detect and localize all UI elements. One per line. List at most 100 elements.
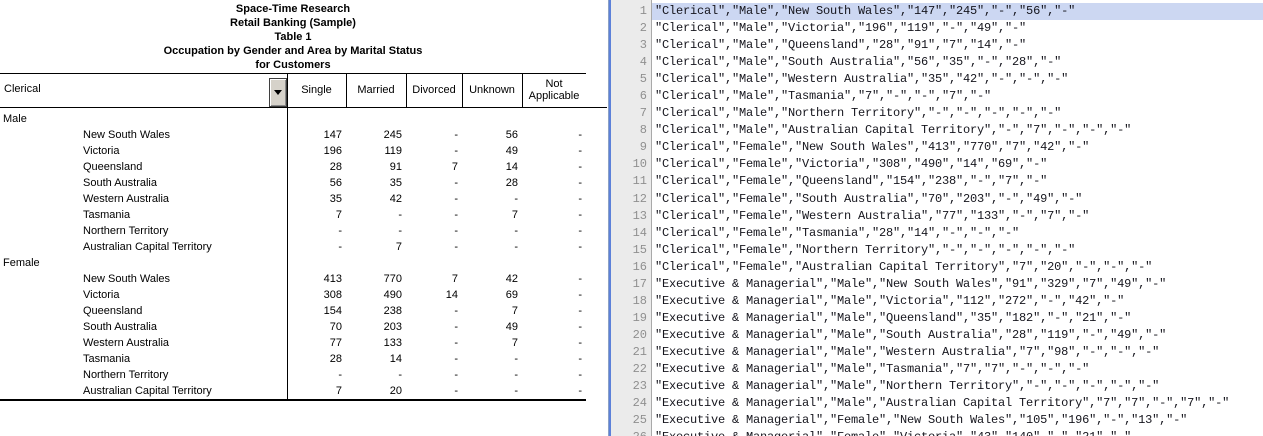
value-cell: 56 xyxy=(287,177,346,189)
editor-line[interactable]: 26"Executive & Managerial","Female","Vic… xyxy=(652,429,1263,436)
editor-line[interactable]: 12"Clerical","Female","South Australia",… xyxy=(652,191,1263,208)
line-text: "Clerical","Male","South Australia","56"… xyxy=(655,55,1061,69)
row-label: Queensland xyxy=(0,161,287,173)
value-cell: 35 xyxy=(346,177,406,189)
line-text: "Clerical","Female","New South Wales","4… xyxy=(655,140,1089,154)
row-label: South Australia xyxy=(0,177,287,189)
editor-line[interactable]: 3"Clerical","Male","Queensland","28","91… xyxy=(652,37,1263,54)
value-cell: 69 xyxy=(462,289,522,301)
occupation-dropdown[interactable]: Clerical xyxy=(4,83,41,95)
editor-line[interactable]: 18"Executive & Managerial","Male","Victo… xyxy=(652,293,1263,310)
value-cell: 308 xyxy=(287,289,346,301)
line-text: "Executive & Managerial","Male","Austral… xyxy=(655,396,1229,410)
editor-line[interactable]: 23"Executive & Managerial","Male","North… xyxy=(652,378,1263,395)
screen: Space-Time Research Retail Banking (Samp… xyxy=(0,0,1263,436)
line-text: "Executive & Managerial","Female","New S… xyxy=(655,413,1187,427)
line-text: "Clerical","Female","Queensland","154","… xyxy=(655,174,1047,188)
line-number: 9 xyxy=(611,139,647,156)
editor-line[interactable]: 14"Clerical","Female","Tasmania","28","1… xyxy=(652,225,1263,242)
row-label: Northern Territory xyxy=(0,225,287,237)
line-number: 14 xyxy=(611,225,647,242)
line-number: 12 xyxy=(611,191,647,208)
line-number: 8 xyxy=(611,122,647,139)
value-cell: - xyxy=(346,209,406,221)
line-number: 19 xyxy=(611,310,647,327)
editor-line[interactable]: 20"Executive & Managerial","Male","South… xyxy=(652,327,1263,344)
editor-line[interactable]: 8"Clerical","Male","Australian Capital T… xyxy=(652,122,1263,139)
table-row: Northern Territory----- xyxy=(0,223,586,239)
row-label: New South Wales xyxy=(0,129,287,141)
value-cell: - xyxy=(406,321,462,333)
value-cell: - xyxy=(462,193,522,205)
table-row: Victoria196119-49- xyxy=(0,143,586,159)
editor-line[interactable]: 9"Clerical","Female","New South Wales","… xyxy=(652,139,1263,156)
value-cell: 70 xyxy=(287,321,346,333)
line-text: "Clerical","Female","Australian Capital … xyxy=(655,260,1152,274)
line-text: "Clerical","Male","Northern Territory","… xyxy=(655,106,1061,120)
table-row: New South Wales147245-56- xyxy=(0,127,586,143)
line-number: 18 xyxy=(611,293,647,310)
line-number: 7 xyxy=(611,105,647,122)
editor-line[interactable]: 5"Clerical","Male","Western Australia","… xyxy=(652,71,1263,88)
editor-line[interactable]: 6"Clerical","Male","Tasmania","7","-","-… xyxy=(652,88,1263,105)
line-number: 13 xyxy=(611,208,647,225)
value-cell: - xyxy=(406,193,462,205)
column-header-single: Single xyxy=(287,84,346,96)
value-cell: - xyxy=(406,305,462,317)
editor-line[interactable]: 16"Clerical","Female","Australian Capita… xyxy=(652,259,1263,276)
editor-line[interactable]: 11"Clerical","Female","Queensland","154"… xyxy=(652,173,1263,190)
editor-line[interactable]: 25"Executive & Managerial","Female","New… xyxy=(652,412,1263,429)
value-cell: 77 xyxy=(287,337,346,349)
csv-editor-panel[interactable]: 1"Clerical","Male","New South Wales","14… xyxy=(608,0,1263,436)
chevron-down-icon xyxy=(274,90,282,95)
value-cell: 490 xyxy=(346,289,406,301)
line-text: "Executive & Managerial","Male","South A… xyxy=(655,328,1166,342)
editor-line[interactable]: 21"Executive & Managerial","Male","Weste… xyxy=(652,344,1263,361)
value-cell: - xyxy=(462,385,522,397)
editor-line[interactable]: 17"Executive & Managerial","Male","New S… xyxy=(652,276,1263,293)
value-cell: 7 xyxy=(346,241,406,253)
line-number: 16 xyxy=(611,259,647,276)
line-number: 11 xyxy=(611,173,647,190)
line-text: "Clerical","Male","Queensland","28","91"… xyxy=(655,38,1026,52)
value-cell: 20 xyxy=(346,385,406,397)
table-row: Western Australia77133-7- xyxy=(0,335,586,351)
editor-line[interactable]: 15"Clerical","Female","Northern Territor… xyxy=(652,242,1263,259)
value-cell: 7 xyxy=(462,337,522,349)
value-cell: 770 xyxy=(346,273,406,285)
line-text: "Executive & Managerial","Female","Victo… xyxy=(655,430,1131,436)
line-number: 26 xyxy=(611,429,647,436)
value-cell: 42 xyxy=(462,273,522,285)
editor-line[interactable]: 13"Clerical","Female","Western Australia… xyxy=(652,208,1263,225)
column-header-married: Married xyxy=(346,84,406,96)
line-number: 1 xyxy=(611,3,647,20)
line-text: "Executive & Managerial","Male","Victori… xyxy=(655,294,1124,308)
line-text: "Executive & Managerial","Male","Tasmani… xyxy=(655,362,1089,376)
dropdown-arrow-button[interactable] xyxy=(269,78,287,107)
editor-line[interactable]: 2"Clerical","Male","Victoria","196","119… xyxy=(652,20,1263,37)
editor-line[interactable]: 7"Clerical","Male","Northern Territory",… xyxy=(652,105,1263,122)
value-cell: 147 xyxy=(287,129,346,141)
editor-line[interactable]: 24"Executive & Managerial","Male","Austr… xyxy=(652,395,1263,412)
value-cell: - xyxy=(406,145,462,157)
value-cell: - xyxy=(522,369,586,381)
value-cell: 49 xyxy=(462,145,522,157)
editor-lines[interactable]: 1"Clerical","Male","New South Wales","14… xyxy=(608,0,1263,436)
line-number: 25 xyxy=(611,412,647,429)
value-cell: - xyxy=(287,225,346,237)
value-cell: - xyxy=(522,289,586,301)
supertable-report-panel: Space-Time Research Retail Banking (Samp… xyxy=(0,0,608,436)
editor-line[interactable]: 19"Executive & Managerial","Male","Queen… xyxy=(652,310,1263,327)
value-cell: - xyxy=(346,369,406,381)
editor-line[interactable]: 4"Clerical","Male","South Australia","56… xyxy=(652,54,1263,71)
value-cell: 413 xyxy=(287,273,346,285)
line-number: 2 xyxy=(611,20,647,37)
editor-line[interactable]: 10"Clerical","Female","Victoria","308","… xyxy=(652,156,1263,173)
value-cell: 7 xyxy=(462,209,522,221)
editor-line[interactable]: 22"Executive & Managerial","Male","Tasma… xyxy=(652,361,1263,378)
value-cell: - xyxy=(287,241,346,253)
line-number: 4 xyxy=(611,54,647,71)
table-row: Queensland2891714- xyxy=(0,159,586,175)
editor-line[interactable]: 1"Clerical","Male","New South Wales","14… xyxy=(652,3,1263,20)
value-cell: 119 xyxy=(346,145,406,157)
